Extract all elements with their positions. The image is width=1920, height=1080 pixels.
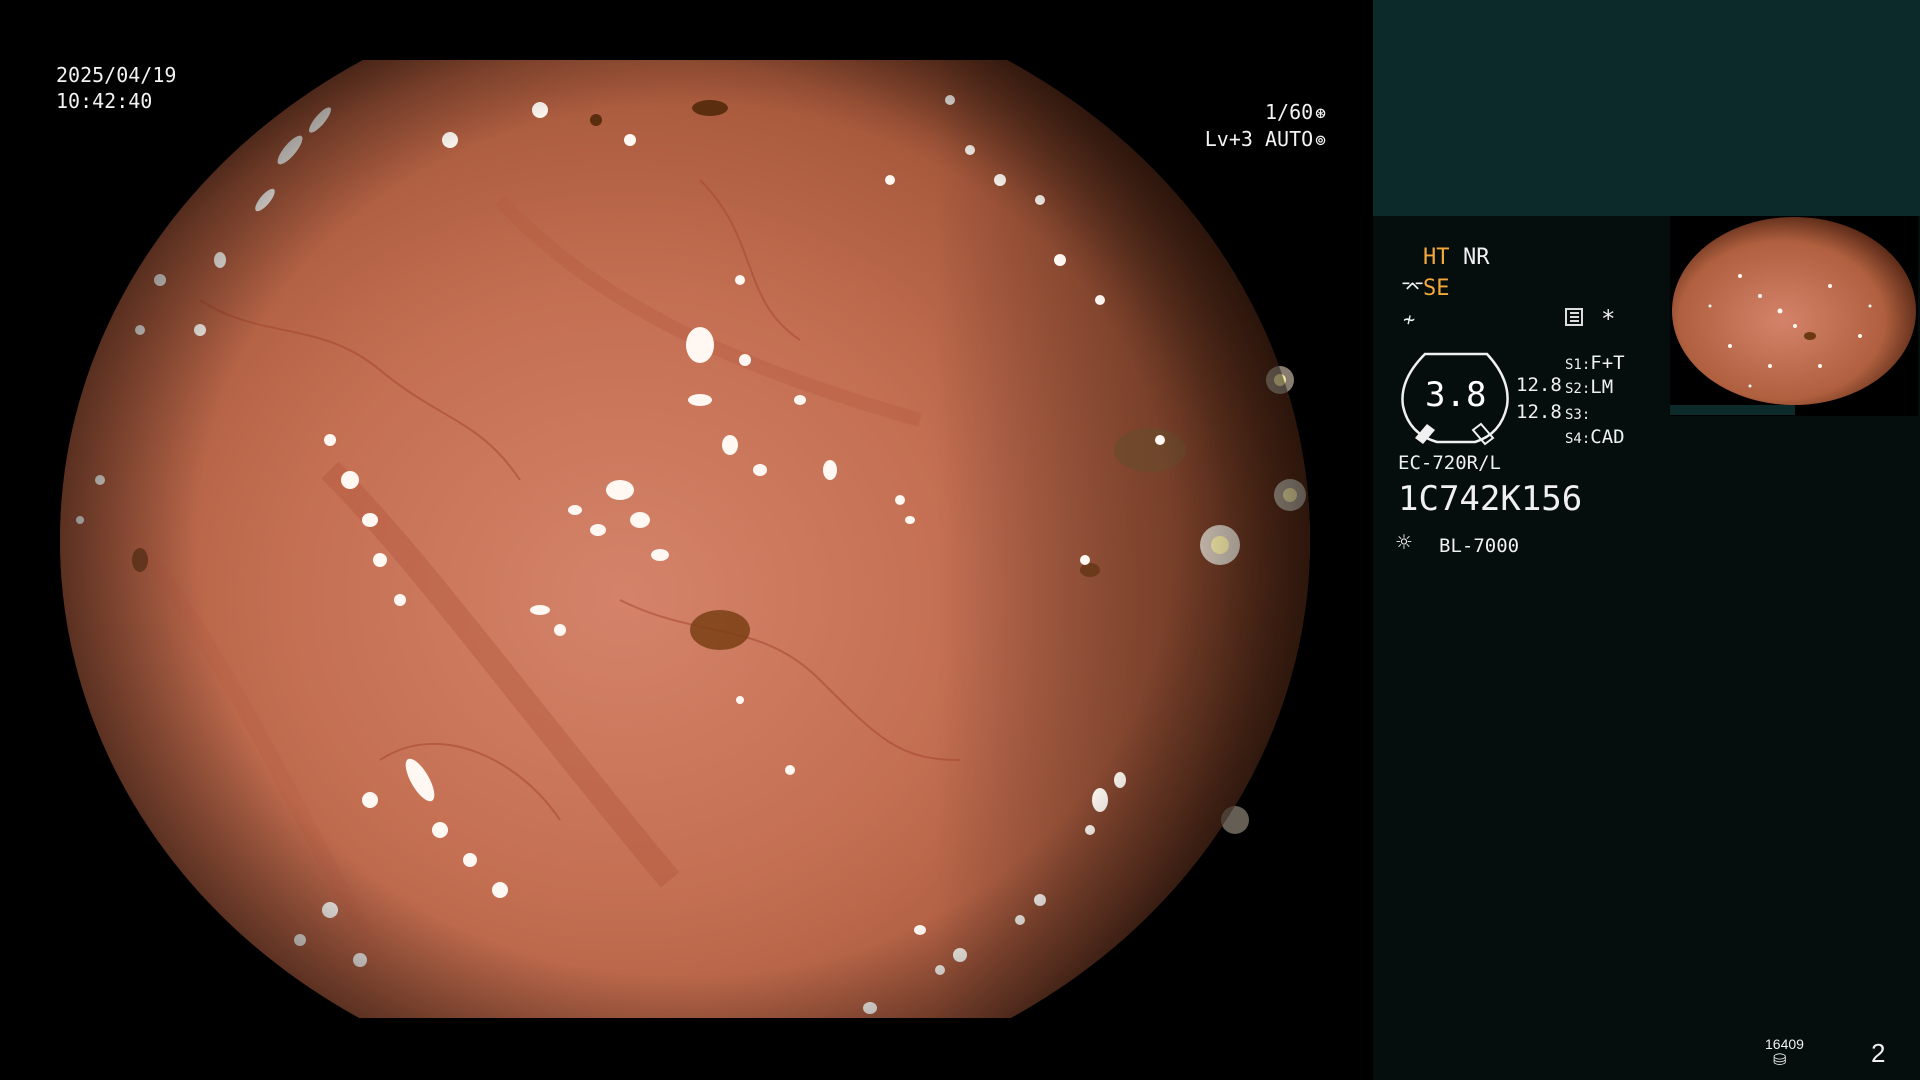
- endoscopic-image: [60, 60, 1310, 1018]
- storage-disk-icon: ⛁: [1773, 1050, 1787, 1069]
- date-time-readout: 2025/04/19 10:42:40: [56, 62, 176, 114]
- se-indicator: SE: [1423, 276, 1450, 301]
- freq-value-2: 12.8: [1516, 401, 1562, 423]
- page-number: 2: [1871, 1038, 1886, 1068]
- time-text: 10:42:40: [56, 89, 153, 113]
- brightness-readout: Lv+3 AUTO ⊚: [1205, 126, 1326, 154]
- level-text: Lv+3: [1204, 127, 1253, 151]
- scope-serial: 1C742K156: [1398, 479, 1583, 519]
- structure-enhance-icon: ⌤: [1401, 275, 1425, 299]
- light-source-model: BL-7000: [1439, 535, 1520, 557]
- aperture-icon: ⊛: [1315, 103, 1326, 124]
- switch-s2: S2:LM: [1565, 376, 1614, 398]
- info-panel: HT NR ⌤ SE ≁ * 3.8 12.8 12.8 S1:F+T S2:L…: [1373, 0, 1920, 1080]
- freq-value-1: 12.8: [1516, 374, 1562, 396]
- asterisk-indicator: *: [1601, 305, 1616, 333]
- date-text: 2025/04/19: [56, 63, 177, 87]
- shutter-readout: 1/60 ⊛: [1265, 99, 1326, 127]
- ht-indicator: HT: [1423, 245, 1450, 270]
- light-source-icon: ☼: [1396, 528, 1412, 558]
- endoscopy-screen: 2025/04/19 10:42:40 1/60 ⊛ Lv+3 AUTO ⊚ HT …: [0, 0, 1920, 1080]
- color-pattern-icon: ≁: [1403, 307, 1416, 331]
- nr-indicator: NR: [1463, 245, 1490, 270]
- auto-iris-icon: ⊚: [1315, 130, 1326, 151]
- top-panel-block: [1373, 0, 1920, 216]
- endoscope-live-view: 2025/04/19 10:42:40 1/60 ⊛ Lv+3 AUTO ⊚: [0, 0, 1372, 1080]
- shutter-text: 1/60: [1264, 100, 1314, 124]
- mode-text: AUTO: [1264, 127, 1314, 151]
- thumbnail-image: [1672, 217, 1916, 405]
- scope-model: EC-720R/L: [1398, 452, 1501, 474]
- captured-image-thumbnail[interactable]: [1670, 216, 1918, 416]
- thumbnail-status-bar: [1670, 405, 1795, 415]
- switch-s4: S4:CAD: [1565, 426, 1625, 448]
- zoom-value: 3.8: [1425, 375, 1487, 415]
- settings-menu-icon: [1565, 308, 1583, 326]
